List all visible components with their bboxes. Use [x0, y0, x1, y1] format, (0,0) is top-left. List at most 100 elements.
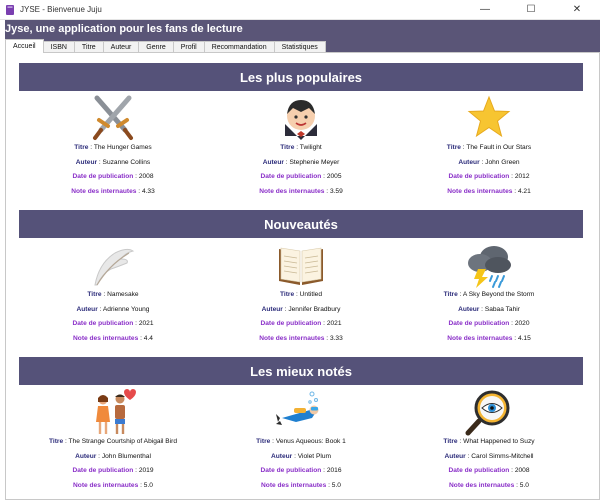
- minimize-button[interactable]: —: [462, 0, 508, 20]
- book-rating: 3.59: [329, 187, 343, 195]
- label-title: Titre: [443, 438, 458, 445]
- vampire-icon: [285, 100, 317, 140]
- label-rating: Note des internautes: [447, 187, 513, 195]
- book-date: 2005: [326, 173, 342, 180]
- window-title: JYSE - Bienvenue Juju: [20, 5, 102, 14]
- section-heading: Les mieux notés: [19, 357, 583, 385]
- book-rating: 5.0: [331, 481, 341, 489]
- label-title: Titre: [446, 144, 461, 151]
- book-title: Untitled: [299, 291, 323, 298]
- book-card[interactable]: Titre : Namesake Auteur : Adrienne Young…: [19, 238, 207, 349]
- label-author: Auteur: [458, 305, 480, 313]
- label-rating: Note des internautes: [259, 334, 325, 342]
- label-author: Auteur: [458, 158, 480, 166]
- label-author: Auteur: [75, 158, 98, 166]
- diver-icon: [276, 391, 319, 425]
- label-published: Date de publication: [260, 173, 322, 180]
- book-author: John Green: [485, 158, 520, 166]
- close-button[interactable]: ✕: [554, 0, 600, 20]
- tab-bar: Accueil ISBN Titre Auteur Genre Profil R…: [5, 39, 326, 53]
- label-published: Date de publication: [72, 173, 134, 180]
- label-author: Auteur: [76, 305, 98, 313]
- book-author: Carol Simms-Mitchell: [471, 452, 534, 460]
- book-rating: 4.21: [517, 187, 531, 195]
- book-rating: 4.15: [517, 334, 531, 342]
- label-published: Date de publication: [448, 173, 510, 180]
- section-heading: Les plus populaires: [19, 63, 583, 91]
- tab-accueil[interactable]: Accueil: [5, 39, 44, 53]
- book-author: Adrienne Young: [102, 305, 150, 313]
- book-card[interactable]: Titre : Untitled Auteur : Jennifer Bradb…: [207, 238, 395, 349]
- label-title: Titre: [256, 438, 271, 445]
- label-title: Titre: [48, 438, 64, 445]
- book-card[interactable]: Titre : The Hunger Games Auteur : Suzann…: [19, 91, 207, 202]
- book-rating: 4.33: [141, 187, 155, 195]
- book-date: 2021: [138, 320, 154, 327]
- label-rating: Note des internautes: [73, 481, 139, 489]
- book-rating: 5.0: [519, 481, 529, 489]
- label-rating: Note des internautes: [449, 481, 515, 489]
- book-date: 2021: [326, 320, 342, 327]
- book-author: Suzanne Collins: [102, 158, 151, 166]
- book-author: Stephenie Meyer: [289, 158, 340, 166]
- book-title: A Sky Beyond the Storm: [462, 291, 535, 298]
- storm-cloud-icon: [468, 246, 511, 288]
- book-card[interactable]: Titre : A Sky Beyond the Storm Auteur : …: [395, 238, 583, 349]
- section-top-rated: Les mieux notés Titre: The Strange Cour…: [19, 357, 583, 497]
- book-rating: 3.33: [329, 334, 343, 342]
- book-card[interactable]: Titre : What Happened to Suzy Auteur : C…: [395, 385, 583, 496]
- label-rating: Note des internautes: [259, 187, 325, 195]
- book-author: Sabaa Tahir: [484, 305, 520, 313]
- book-title: The Fault in Our Stars: [466, 144, 532, 151]
- label-published: Date de publication: [260, 467, 322, 474]
- book-title: The Strange Courtship of Abigail Bird: [68, 438, 178, 445]
- label-published: Date de publication: [260, 320, 322, 327]
- label-title: Titre: [443, 291, 458, 298]
- book-date: 2016: [326, 467, 342, 474]
- app-heading: Jyse, une application pour les fans de l…: [5, 23, 243, 35]
- maximize-button[interactable]: ☐: [508, 0, 554, 20]
- label-published: Date de publication: [72, 320, 134, 327]
- section-popular: Les plus populaires Titre: The Hunger G…: [19, 63, 583, 211]
- window-titlebar: JYSE - Bienvenue Juju — ☐ ✕: [0, 0, 600, 20]
- book-row: Titre : Namesake Auteur : Adrienne Young…: [19, 238, 583, 358]
- section-heading: Nouveautés: [19, 210, 583, 238]
- home-scroll-area[interactable]: Les plus populaires Titre: The Hunger G…: [12, 57, 594, 497]
- label-title: Titre: [74, 144, 89, 151]
- feather-quill-icon: [94, 248, 135, 286]
- tab-content-panel: Les plus populaires Titre: The Hunger G…: [5, 52, 600, 500]
- label-author: Auteur: [261, 305, 283, 313]
- book-author: Violet Plum: [297, 452, 331, 460]
- book-card[interactable]: Titre : Venus Aqueous: Book 1 Auteur : V…: [207, 385, 395, 496]
- open-book-icon: [279, 247, 323, 285]
- book-title: Twilight: [299, 144, 322, 151]
- label-title: Titre: [279, 291, 295, 298]
- book-title: What Happened to Suzy: [463, 438, 535, 445]
- book-row: Titre : The Hunger Games Auteur : Suzann…: [19, 91, 583, 211]
- crossed-swords-icon: [93, 95, 133, 140]
- book-title: Venus Aqueous: Book 1: [275, 438, 346, 445]
- label-rating: Note des internautes: [261, 481, 327, 489]
- couple-icon: [96, 389, 136, 434]
- label-rating: Note des internautes: [73, 334, 139, 342]
- label-title: Titre: [280, 144, 295, 151]
- book-card[interactable]: Titre : Twilight Auteur : Stephenie Meye…: [207, 91, 395, 202]
- label-author: Auteur: [271, 452, 293, 460]
- app-book-icon: [6, 4, 14, 15]
- book-date: 2008: [514, 467, 530, 474]
- book-rating: 4.4: [143, 334, 153, 342]
- magnifier-eye-icon: [465, 390, 510, 436]
- book-card[interactable]: Titre : The Fault in Our Stars Auteur : …: [395, 91, 583, 202]
- label-author: Auteur: [75, 452, 97, 460]
- label-author: Auteur: [262, 158, 284, 166]
- section-new-releases: Nouveautés Titre : Namesake Auteur : Adr…: [19, 210, 583, 358]
- star-icon: [467, 95, 511, 138]
- label-published: Date de publication: [448, 467, 510, 474]
- label-published: Date de publication: [448, 320, 510, 327]
- book-title: Namesake: [107, 291, 139, 298]
- label-rating: Note des internautes: [447, 334, 513, 342]
- book-author: Jennifer Bradbury: [288, 305, 341, 313]
- book-date: 2020: [514, 320, 530, 327]
- book-title: The Hunger Games: [93, 144, 152, 151]
- book-card[interactable]: Titre : The Strange Courtship of Abigail…: [19, 385, 207, 496]
